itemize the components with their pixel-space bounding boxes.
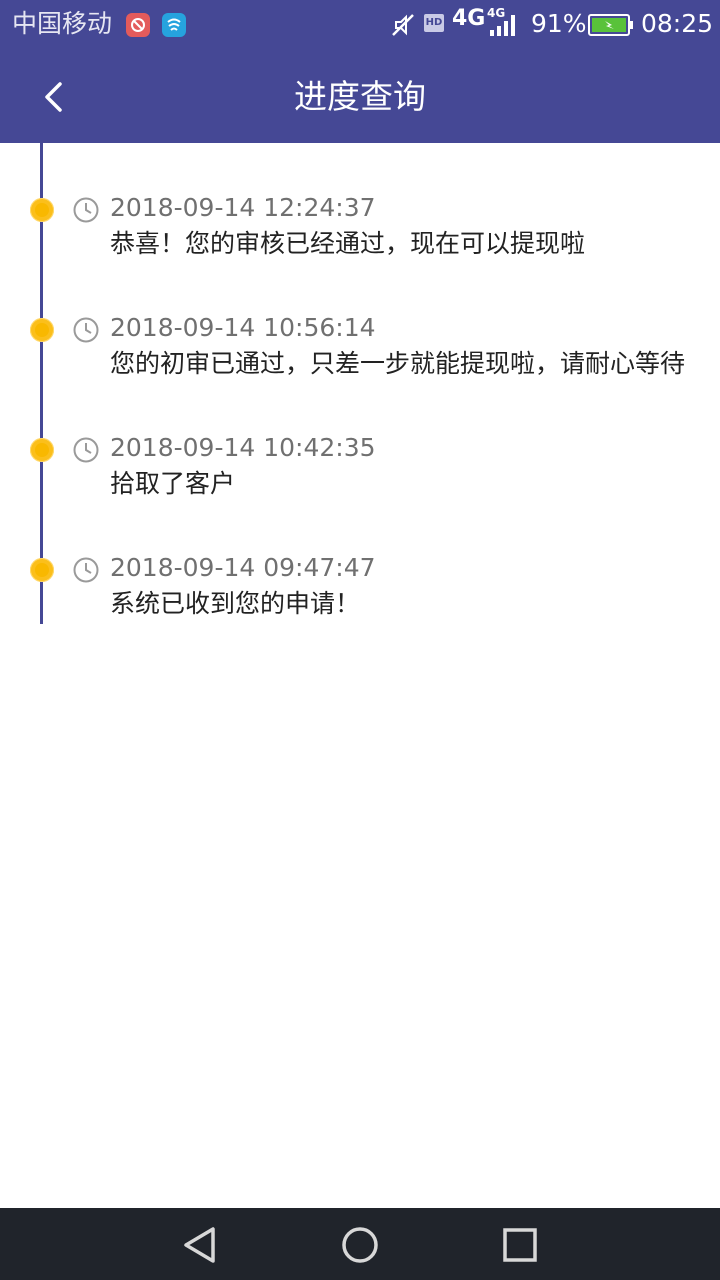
nav-recents-button[interactable] (499, 1224, 541, 1266)
title-bar: 进度查询 (0, 50, 720, 143)
timeline-time: 2018-09-14 12:24:37 (110, 193, 376, 222)
nav-home-button[interactable] (339, 1224, 381, 1266)
notification-app-icon (162, 13, 186, 37)
timeline-message: 拾取了客户 (110, 469, 236, 498)
clock-icon (72, 556, 100, 588)
timeline-dot (30, 438, 54, 462)
back-button[interactable] (30, 72, 80, 122)
recents-square-icon (503, 1228, 537, 1262)
nav-back-button[interactable] (179, 1224, 221, 1266)
timeline-time: 2018-09-14 09:47:47 (110, 553, 376, 582)
signal-strength-icon (488, 12, 522, 42)
system-nav-bar (0, 1208, 720, 1280)
clock-icon (72, 436, 100, 468)
clock-icon (72, 316, 100, 348)
carrier-label: 中国移动 (12, 9, 113, 38)
timeline-message: 您的初审已通过，只差一步就能提现啦，请耐心等待 (110, 349, 686, 378)
battery-percent: 91% (531, 9, 587, 38)
timeline-item: 2018-09-14 10:42:35 拾取了客户 (0, 420, 720, 500)
timeline-time: 2018-09-14 10:56:14 (110, 313, 376, 342)
notification-app-icon (126, 13, 150, 37)
status-time: 08:25 (641, 9, 714, 38)
home-circle-icon (342, 1227, 378, 1263)
back-triangle-icon (184, 1227, 215, 1263)
battery-charging-icon (588, 13, 634, 41)
timeline-dot (30, 318, 54, 342)
chevron-left-icon (45, 82, 62, 112)
timeline-dot (30, 198, 54, 222)
timeline-dot (30, 558, 54, 582)
timeline-time: 2018-09-14 10:42:35 (110, 433, 376, 462)
mute-icon (390, 12, 416, 42)
hd-icon: HD (424, 14, 444, 32)
clock-icon (72, 196, 100, 228)
timeline-message: 恭喜！您的审核已经通过，现在可以提现啦 (110, 229, 586, 258)
status-bar: 中国移动 HD 4G 4G 91% 08:25 (0, 0, 720, 50)
network-type-label: 4G (452, 6, 486, 31)
timeline-item: 2018-09-14 10:56:14 您的初审已通过，只差一步就能提现啦，请耐… (0, 300, 720, 380)
page-title: 进度查询 (294, 77, 426, 116)
timeline-message: 系统已收到您的申请！ (110, 589, 361, 618)
timeline-item: 2018-09-14 12:24:37 恭喜！您的审核已经通过，现在可以提现啦 (0, 180, 720, 260)
timeline-item: 2018-09-14 09:47:47 系统已收到您的申请！ (0, 540, 720, 620)
